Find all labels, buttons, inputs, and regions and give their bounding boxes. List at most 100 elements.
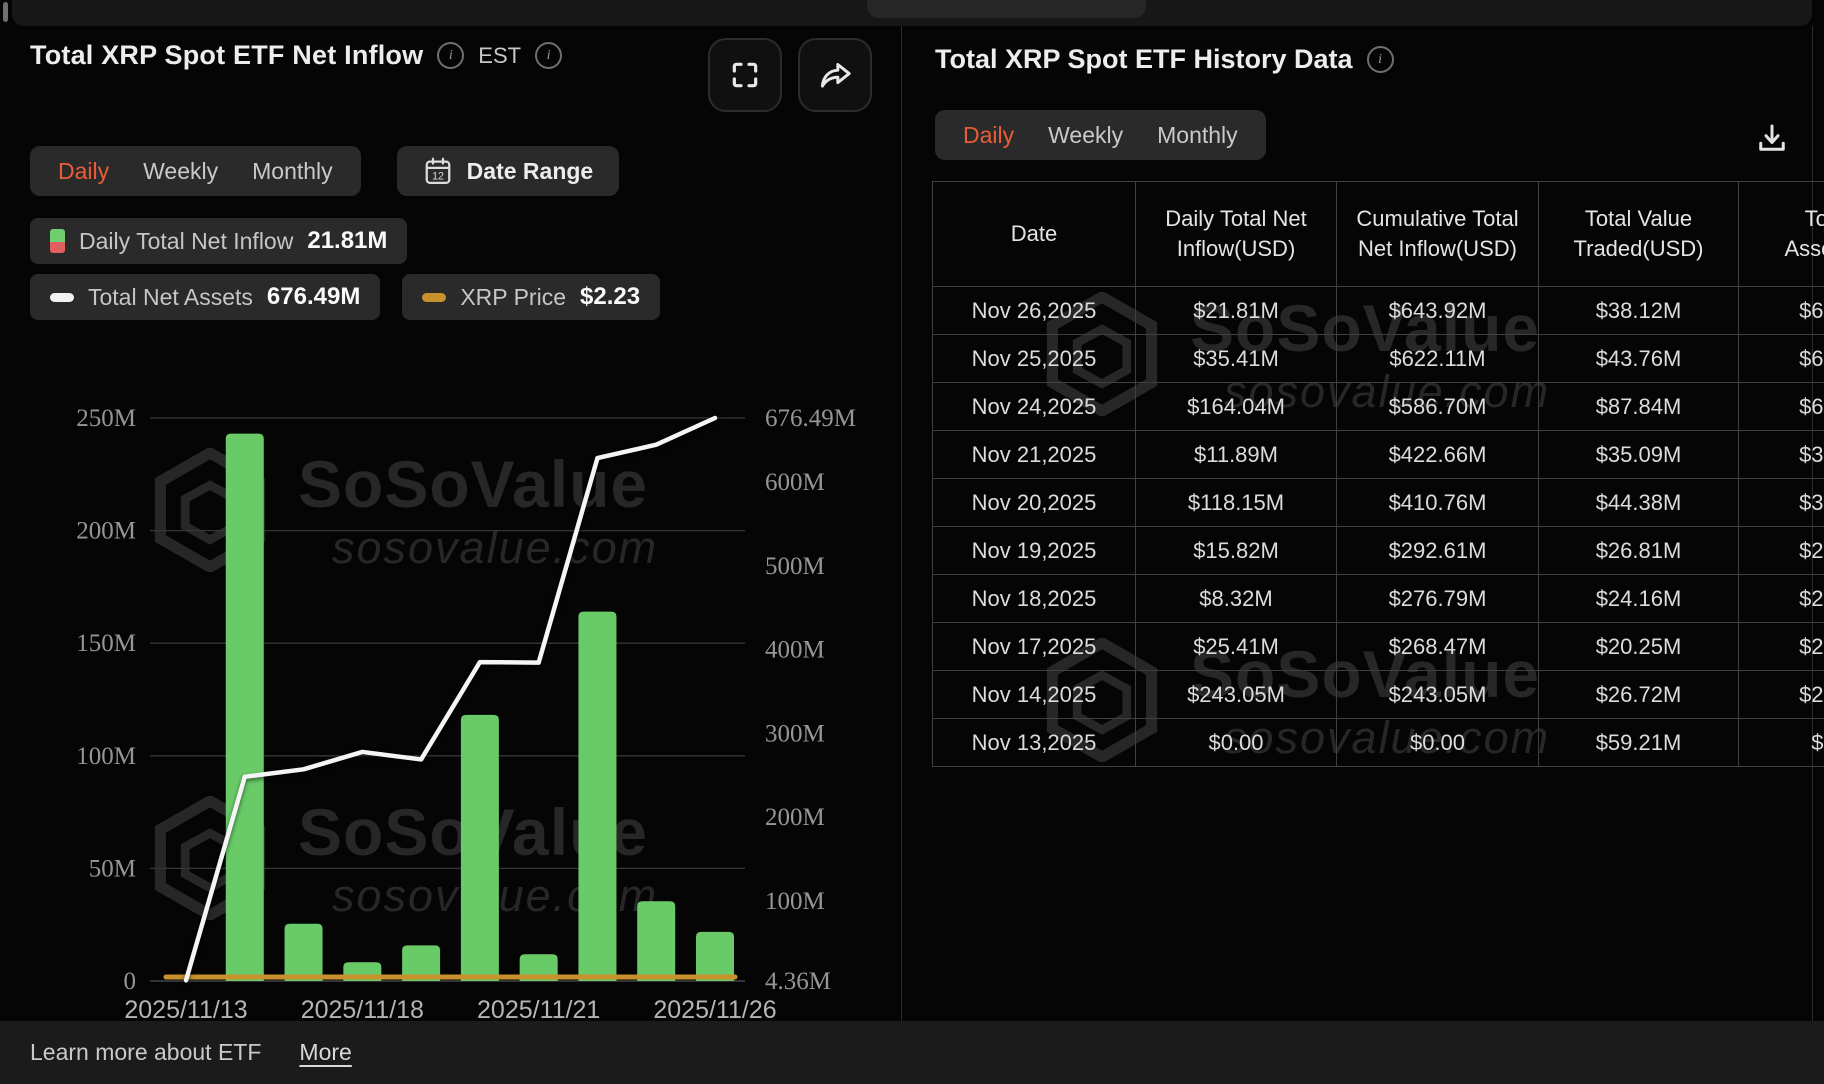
bar-swatch-icon bbox=[50, 229, 65, 253]
info-icon[interactable]: i bbox=[1366, 46, 1394, 73]
table-cell: $43.76M bbox=[1538, 334, 1739, 383]
table-cell: Nov 18,2025 bbox=[932, 574, 1136, 623]
table-cell: $5.15M bbox=[1738, 718, 1824, 767]
left-axis-tick-label: 50M bbox=[89, 855, 136, 882]
share-icon bbox=[820, 63, 851, 88]
timezone-badge: EST bbox=[478, 42, 522, 68]
table-cell: $644.64M bbox=[1738, 334, 1824, 383]
table-cell: $11.89M bbox=[1135, 430, 1337, 479]
column-header: Total Net Assets(USD) bbox=[1738, 181, 1824, 287]
daily-inflow-bar[interactable] bbox=[284, 923, 323, 981]
chart-legend: Daily Total Net Inflow 21.81M Total Net … bbox=[30, 218, 661, 320]
x-axis-tick-label: 2025/11/13 bbox=[124, 996, 247, 1024]
column-header: Daily Total Net Inflow(USD) bbox=[1135, 181, 1337, 287]
right-axis-tick-label: 200M bbox=[765, 804, 825, 831]
date-range-button[interactable]: 12 Date Range bbox=[396, 146, 620, 196]
legend-value: $2.23 bbox=[580, 283, 641, 310]
right-axis-tick-label: 676.49M bbox=[765, 405, 856, 432]
right-axis-tick-label: 600M bbox=[765, 469, 825, 496]
right-axis-tick-label: 400M bbox=[765, 637, 825, 664]
table-cell: $268.88M bbox=[1738, 526, 1824, 575]
date-range-label: Date Range bbox=[466, 157, 594, 184]
table-cell: $15.82M bbox=[1135, 526, 1337, 575]
daily-inflow-bar[interactable] bbox=[578, 611, 617, 981]
right-axis-tick-label: 100M bbox=[765, 888, 825, 915]
table-cell: Nov 20,2025 bbox=[932, 478, 1136, 527]
table-cell: $385.05M bbox=[1738, 478, 1824, 527]
legend-daily-net-inflow[interactable]: Daily Total Net Inflow 21.81M bbox=[30, 218, 408, 264]
info-icon[interactable]: i bbox=[437, 42, 465, 69]
chart-tab-monthly[interactable]: Monthly bbox=[252, 158, 333, 185]
chart-tab-weekly[interactable]: Weekly bbox=[143, 158, 218, 185]
legend-value: 21.81M bbox=[307, 227, 388, 254]
chart-period-tabs: Daily Weekly Monthly 12 Date Range bbox=[30, 146, 620, 196]
table-cell: $59.21M bbox=[1538, 718, 1739, 767]
chart-header: Total XRP Spot ETF Net Inflow i EST i bbox=[30, 40, 563, 71]
legend-label: Daily Total Net Inflow bbox=[79, 227, 294, 254]
download-button[interactable] bbox=[1750, 116, 1794, 160]
history-table: Date Daily Total Net Inflow(USD) Cumulativ… bbox=[932, 181, 1824, 767]
table-cell: $243.05M bbox=[1336, 670, 1539, 719]
period-pill: Daily Weekly Monthly bbox=[30, 146, 361, 196]
daily-inflow-bar[interactable] bbox=[225, 433, 264, 982]
table-cell: $87.84M bbox=[1538, 382, 1739, 431]
top-tab-remnant bbox=[867, 0, 1146, 18]
chart-tab-daily[interactable]: Daily bbox=[58, 158, 109, 185]
x-axis-tick-label: 2025/11/26 bbox=[653, 996, 776, 1024]
table-cell: Nov 13,2025 bbox=[932, 718, 1136, 767]
table-cell: $26.72M bbox=[1538, 670, 1739, 719]
fullscreen-button[interactable] bbox=[708, 38, 782, 112]
table-cell: $586.70M bbox=[1336, 382, 1539, 431]
table-cell: $21.81M bbox=[1135, 286, 1337, 335]
table-cell: Nov 21,2025 bbox=[932, 430, 1136, 479]
daily-inflow-bar[interactable] bbox=[460, 714, 499, 981]
total-net-assets-line[interactable] bbox=[183, 415, 718, 983]
table-cell: $643.92M bbox=[1336, 286, 1539, 335]
table-period-tabs: Daily Weekly Monthly bbox=[935, 110, 1266, 160]
line-swatch-icon bbox=[50, 292, 74, 302]
history-panel: Total XRP Spot ETF History Data i Daily W… bbox=[902, 26, 1824, 1021]
table-cell: $628.62M bbox=[1738, 382, 1824, 431]
line-swatch-icon bbox=[422, 292, 447, 302]
table-cell: $257.08M bbox=[1738, 622, 1824, 671]
footer-more-link[interactable]: More bbox=[299, 1039, 351, 1066]
column-header: Total Value Traded(USD) bbox=[1538, 181, 1739, 287]
column-header: Date bbox=[932, 181, 1136, 287]
table-cell: $276.79M bbox=[1336, 574, 1539, 623]
daily-inflow-bar[interactable] bbox=[696, 931, 734, 981]
right-axis-tick-label: 500M bbox=[765, 553, 825, 580]
info-icon[interactable]: i bbox=[535, 42, 563, 69]
table-row: Nov 20,2025$118.15M$410.76M$44.38M$385.0… bbox=[932, 478, 1824, 527]
chart-panel: Total XRP Spot ETF Net Inflow i EST i Da… bbox=[0, 26, 901, 1024]
table-cell: $268.47M bbox=[1336, 622, 1539, 671]
top-left-edge bbox=[3, 2, 8, 22]
svg-text:12: 12 bbox=[432, 170, 444, 182]
table-cell: Nov 17,2025 bbox=[932, 622, 1136, 671]
period-pill: Daily Weekly Monthly bbox=[935, 110, 1266, 160]
left-axis-tick-label: 250M bbox=[76, 405, 136, 432]
table-row: Nov 25,2025$35.41M$622.11M$43.76M$644.64… bbox=[932, 334, 1824, 383]
share-button[interactable] bbox=[798, 38, 872, 112]
table-cell: $25.41M bbox=[1135, 622, 1337, 671]
legend-total-net-assets[interactable]: Total Net Assets 676.49M bbox=[30, 274, 381, 320]
table-row: Nov 21,2025$11.89M$422.66M$35.09M$384.44… bbox=[932, 430, 1824, 479]
etf-inflow-chart[interactable]: 250M 200M 150M 100M 50M 0 676.49M 600M 500M 400M 3… bbox=[0, 362, 890, 1042]
table-cell: $410.76M bbox=[1336, 478, 1539, 527]
table-cell: $20.25M bbox=[1538, 622, 1739, 671]
table-cell: $35.41M bbox=[1135, 334, 1337, 383]
legend-label: XRP Price bbox=[460, 283, 566, 310]
table-row: Nov 18,2025$8.32M$276.79M$24.16M$277.82M bbox=[932, 574, 1824, 623]
left-axis-tick-label: 100M bbox=[76, 743, 136, 770]
legend-label: Total Net Assets bbox=[88, 283, 253, 310]
table-cell: $8.32M bbox=[1135, 574, 1337, 623]
table-tab-daily[interactable]: Daily bbox=[963, 122, 1014, 149]
legend-xrp-price[interactable]: XRP Price $2.23 bbox=[402, 274, 661, 320]
table-tab-weekly[interactable]: Weekly bbox=[1048, 122, 1123, 149]
table-cell: Nov 25,2025 bbox=[932, 334, 1136, 383]
table-row: Nov 13,2025$0.00$0.00$59.21M$5.15M bbox=[932, 718, 1824, 767]
table-cell: $38.12M bbox=[1538, 286, 1739, 335]
table-cell: $164.04M bbox=[1135, 382, 1337, 431]
daily-inflow-bar[interactable] bbox=[637, 901, 676, 981]
table-cell: $292.61M bbox=[1336, 526, 1539, 575]
table-tab-monthly[interactable]: Monthly bbox=[1157, 122, 1238, 149]
